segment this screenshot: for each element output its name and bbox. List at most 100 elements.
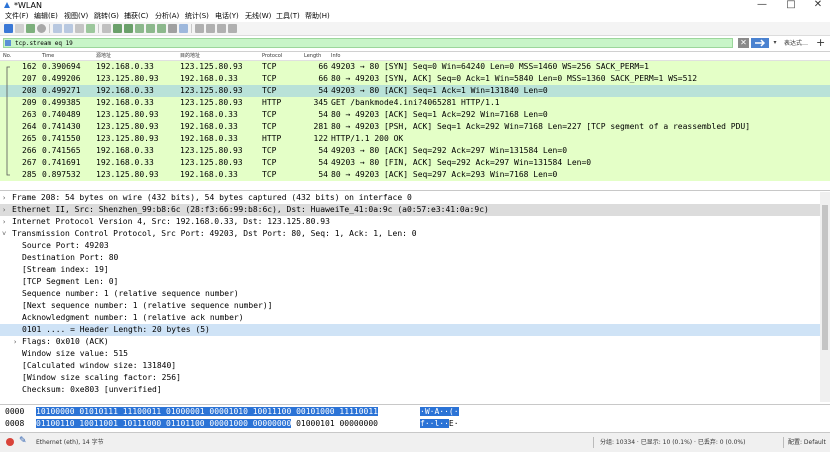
detail-field[interactable]: Checksum: 0xe803 [unverified] <box>0 384 820 396</box>
colorize-icon[interactable] <box>179 24 188 33</box>
filter-history-dropdown[interactable]: ▾ <box>771 38 779 48</box>
bytes-bits[interactable]: 01100110 10011001 10111000 01101100 0000… <box>36 418 378 430</box>
bytes-bits-selected[interactable]: 10100000 01010111 11100011 01000001 0000… <box>36 407 378 416</box>
menu-capture[interactable]: 捕获(C) <box>124 11 148 22</box>
column-protocol[interactable]: Protocol <box>262 52 282 60</box>
detail-protocol-node[interactable]: › Frame 208: 54 bytes on wire (432 bits),… <box>0 192 820 204</box>
resize-columns-icon[interactable] <box>228 24 237 33</box>
bytes-bits-selected[interactable]: 01100110 10011001 10111000 01101100 0000… <box>36 419 292 428</box>
start-capture-icon[interactable] <box>4 24 13 33</box>
profile-indicator[interactable]: 配置: Default <box>788 437 826 448</box>
close-file-icon[interactable] <box>75 24 84 33</box>
zoom-in-icon[interactable] <box>195 24 204 33</box>
packet-row[interactable]: 162 0.390694 192.168.0.33 123.125.80.93 TCP 6… <box>0 61 830 73</box>
bytes-bits-unselected[interactable]: 01000101 00000000 <box>291 419 378 428</box>
packet-row[interactable]: 263 0.740489 123.125.80.93 192.168.0.33 TCP 5… <box>0 109 830 121</box>
first-packet-icon[interactable] <box>146 24 155 33</box>
add-filter-button[interactable]: + <box>816 36 825 50</box>
packet-row[interactable]: 207 0.499206 123.125.80.93 192.168.0.33 TCP 6… <box>0 73 830 85</box>
column-destination[interactable]: 目的地址 <box>180 52 200 60</box>
menu-analyze[interactable]: 分析(A) <box>155 11 179 22</box>
expand-arrow-icon[interactable]: › <box>2 204 6 216</box>
column-no[interactable]: No. <box>3 52 11 60</box>
expand-arrow-icon[interactable]: › <box>2 192 6 204</box>
bytes-ascii-unselected[interactable]: E· <box>449 419 459 428</box>
open-file-icon[interactable] <box>53 24 62 33</box>
packet-row[interactable]: 209 0.499385 192.168.0.33 123.125.80.93 HTTP… <box>0 97 830 109</box>
go-forward-icon[interactable] <box>124 24 133 33</box>
reload-icon[interactable] <box>86 24 95 33</box>
detail-field[interactable]: › Flags: 0x010 (ACK) <box>0 336 820 348</box>
find-packet-icon[interactable] <box>102 24 111 33</box>
column-info[interactable]: Info <box>331 52 340 60</box>
detail-field[interactable]: Window size value: 515 <box>0 348 820 360</box>
go-back-icon[interactable] <box>113 24 122 33</box>
capture-comment-icon[interactable]: ✎ <box>19 436 27 447</box>
last-packet-icon[interactable] <box>157 24 166 33</box>
packet-row[interactable]: 208 0.499271 192.168.0.33 123.125.80.93 TCP 5… <box>0 85 830 97</box>
collapse-arrow-icon[interactable]: ˅ <box>2 228 6 240</box>
close-button[interactable]: ✕ <box>808 0 828 11</box>
bytes-ascii[interactable]: f··l··E· <box>420 418 459 430</box>
detail-field[interactable]: [Window size scaling factor: 256] <box>0 372 820 384</box>
detail-text: Checksum: 0xe803 [unverified] <box>22 385 162 394</box>
packet-row[interactable]: 264 0.741430 123.125.80.93 192.168.0.33 TCP 2… <box>0 121 830 133</box>
menu-edit[interactable]: 编辑(E) <box>34 11 58 22</box>
arrow-right-icon <box>755 39 766 47</box>
display-filter-input[interactable]: tcp.stream eq 19 <box>3 38 733 48</box>
go-to-packet-icon[interactable] <box>135 24 144 33</box>
packet-destination: 123.125.80.93 <box>180 98 243 107</box>
maximize-button[interactable]: □ <box>781 0 801 11</box>
details-scrollbar-thumb[interactable] <box>822 205 828 350</box>
column-length[interactable]: Length <box>304 52 321 60</box>
bytes-ascii[interactable]: ·W·A··(· <box>420 406 459 418</box>
packet-source: 123.125.80.93 <box>96 122 159 131</box>
menu-help[interactable]: 帮助(H) <box>305 11 330 22</box>
detail-field[interactable]: [Stream index: 19] <box>0 264 820 276</box>
menu-go[interactable]: 跳转(G) <box>94 11 119 22</box>
packet-row[interactable]: 266 0.741565 192.168.0.33 123.125.80.93 TCP 5… <box>0 145 830 157</box>
menu-statistics[interactable]: 统计(S) <box>185 11 209 22</box>
expand-arrow-icon[interactable]: › <box>2 216 6 228</box>
stop-capture-icon[interactable] <box>15 24 24 33</box>
detail-field[interactable]: Source Port: 49203 <box>0 240 820 252</box>
menu-telephony[interactable]: 电话(Y) <box>215 11 239 22</box>
bytes-ascii-selected[interactable]: ·W·A··(· <box>420 407 459 416</box>
conversation-link-icon <box>6 145 8 157</box>
bytes-ascii-selected[interactable]: f··l·· <box>420 419 449 428</box>
column-time[interactable]: Time <box>42 52 54 60</box>
auto-scroll-icon[interactable] <box>168 24 177 33</box>
column-source[interactable]: 源地址 <box>96 52 111 60</box>
save-file-icon[interactable] <box>64 24 73 33</box>
minimize-button[interactable]: — <box>752 0 772 11</box>
detail-field[interactable]: 0101 .... = Header Length: 20 bytes (5) <box>0 324 820 336</box>
menu-tools[interactable]: 工具(T) <box>276 11 300 22</box>
detail-field[interactable]: Acknowledgment number: 1 (relative ack n… <box>0 312 820 324</box>
detail-field[interactable]: Destination Port: 80 <box>0 252 820 264</box>
menu-wireless[interactable]: 无线(W) <box>245 11 271 22</box>
bookmark-filter-icon[interactable] <box>5 40 11 46</box>
apply-filter-button[interactable] <box>751 38 769 48</box>
detail-field[interactable]: [Calculated window size: 131840] <box>0 360 820 372</box>
restart-capture-icon[interactable] <box>26 24 35 33</box>
packet-row[interactable]: 265 0.741550 123.125.80.93 192.168.0.33 HTTP… <box>0 133 830 145</box>
capture-options-icon[interactable] <box>37 24 46 33</box>
clear-filter-button[interactable]: ✕ <box>738 38 749 48</box>
zoom-out-icon[interactable] <box>206 24 215 33</box>
detail-protocol-node[interactable]: › Internet Protocol Version 4, Src: 192.1… <box>0 216 820 228</box>
expression-button[interactable]: 表达式… <box>784 37 808 50</box>
menu-file[interactable]: 文件(F) <box>5 11 29 22</box>
packet-row[interactable]: 285 0.897532 123.125.80.93 192.168.0.33 TCP 5… <box>0 169 830 181</box>
detail-field[interactable]: [Next sequence number: 1 (relative seque… <box>0 300 820 312</box>
packet-row[interactable]: 267 0.741691 192.168.0.33 123.125.80.93 TCP 5… <box>0 157 830 169</box>
detail-field[interactable]: [TCP Segment Len: 0] <box>0 276 820 288</box>
detail-protocol-node[interactable]: ˅ Transmission Control Protocol, Src Port… <box>0 228 820 240</box>
menu-view[interactable]: 视图(V) <box>64 11 88 22</box>
detail-field[interactable]: Sequence number: 1 (relative sequence nu… <box>0 288 820 300</box>
normal-size-icon[interactable] <box>217 24 226 33</box>
detail-protocol-node[interactable]: › Ethernet II, Src: Shenzhen_99:b8:6c (28… <box>0 204 820 216</box>
packet-protocol: TCP <box>262 74 277 83</box>
expand-arrow-icon[interactable]: › <box>13 336 17 348</box>
bytes-bits[interactable]: 10100000 01010111 11100011 01000001 0000… <box>36 406 378 418</box>
expert-info-icon[interactable] <box>6 438 14 446</box>
